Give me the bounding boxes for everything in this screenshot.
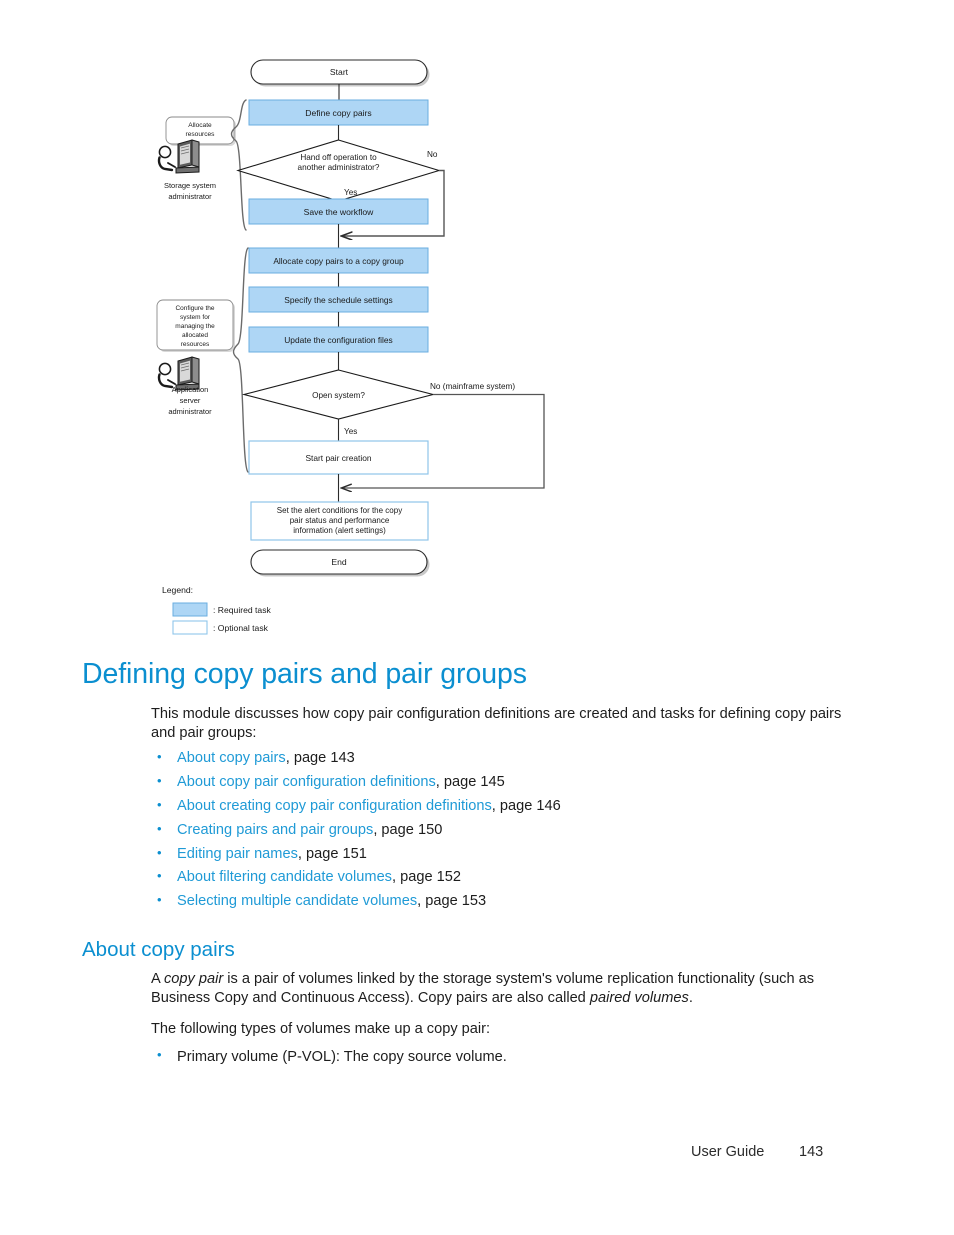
related-links-list: About copy pairs, page 143 About copy pa… [151,750,851,910]
flow-start-label: Start [330,67,349,77]
list-item: About creating copy pair configuration d… [151,797,851,814]
flow-node-update-configuration-files: Update the configuration files [248,326,429,353]
flow-node-label: Save the workflow [304,207,375,217]
link-about-copy-pair-configuration-definitions[interactable]: About copy pair configuration definition… [177,774,436,790]
legend-title: Legend: [162,585,193,595]
section-paragraph-1: A copy pair is a pair of volumes linked … [151,970,851,1009]
role-bubble-line1: Configure the [175,305,214,312]
legend-required-label: : Required task [213,605,272,615]
role-bubble-line2: resources [186,131,216,138]
flow-node-label: Define copy pairs [305,108,371,118]
link-page-ref: , page 153 [417,893,487,910]
role-bubble-line2: system for [180,314,211,321]
flow-node-label-line3: information (alert settings) [293,526,386,535]
flow-end-label: End [331,557,347,567]
legend-swatch-optional [172,620,208,635]
footer-page-number: 143 [799,1144,824,1160]
volume-types-block: Primary volume (P-VOL): The copy source … [151,1047,851,1066]
flow-node-label-line2: pair status and performance [290,516,390,525]
related-links-block: About copy pairs, page 143 About copy pa… [151,750,851,918]
section-paragraph-2-block: The following types of volumes make up a… [151,1020,851,1039]
para-text-c: . [688,990,693,1007]
para-text-b: is a pair of volumes linked by the stora… [151,971,815,1007]
role-name-line1: Application [172,385,209,394]
flow-node-label: Specify the schedule settings [284,295,392,305]
link-page-ref: , page 146 [491,797,561,814]
role-bubble-line4: allocated [182,332,208,339]
role-application-server-administrator: Configure the system for managing the al… [156,299,235,416]
legend-optional-label: : Optional task [213,623,269,633]
link-about-copy-pairs[interactable]: About copy pairs [177,750,286,766]
flow-node-save-the-workflow: Save the workflow [248,198,429,225]
section-paragraph-1-block: A copy pair is a pair of volumes linked … [151,970,851,1009]
role-bubble-line5: resources [181,341,210,348]
link-creating-pairs-and-pair-groups[interactable]: Creating pairs and pair groups [177,822,373,838]
link-page-ref: , page 151 [297,845,367,862]
flow-node-label: Allocate copy pairs to a copy group [273,256,404,266]
flow-node-end: End [250,549,430,577]
page-title: Defining copy pairs and pair groups [82,658,527,690]
link-about-creating-copy-pair-configuration-definitions[interactable]: About creating copy pair configuration d… [177,798,492,814]
flowchart-legend: Legend: : Required task : Optional task [162,585,272,635]
decision-yes-label: Yes [344,427,357,436]
list-item: Editing pair names, page 151 [151,845,851,862]
flow-decision-open-system: Open system? [241,369,436,420]
intro-paragraph-block: This module discusses how copy pair conf… [151,705,851,744]
decision-yes-label: Yes [344,188,357,197]
role-name-line2: server [180,396,201,405]
para-emphasis-copy-pair: copy pair [163,971,224,987]
section-paragraph-2: The following types of volumes make up a… [151,1021,491,1037]
role-name-line2: administrator [168,192,212,201]
decision-label-line2: another administrator? [298,163,380,172]
flow-node-define-copy-pairs: Define copy pairs [248,99,429,126]
role-name-line3: administrator [168,407,212,416]
decision-label-line1: Hand off operation to [300,153,377,162]
list-item-primary-volume: Primary volume (P-VOL): The copy source … [151,1047,851,1066]
list-item: About filtering candidate volumes, page … [151,869,851,886]
flow-node-start: Start [250,59,430,87]
group-bracket-app-server-admin [232,247,249,473]
page-footer: User Guide 143 [0,1144,954,1166]
list-item: About copy pair configuration definition… [151,773,851,790]
role-name-line1: Storage system [164,181,216,190]
group-bracket-storage-admin [230,99,247,231]
decision-no-label: No [427,150,438,159]
workflow-flowchart-figure: Start Allocate resources Storage system [0,0,954,650]
link-about-filtering-candidate-volumes[interactable]: About filtering candidate volumes [177,869,392,885]
para-text-a: A [151,971,164,987]
decision-label-line1: Open system? [312,391,365,400]
footer-guide-label: User Guide [691,1144,765,1160]
legend-swatch-required [172,602,208,617]
flow-node-label-line1: Set the alert conditions for the copy [277,506,402,515]
link-page-ref: , page 143 [285,750,355,766]
flow-node-label: Update the configuration files [284,335,392,345]
intro-paragraph: This module discusses how copy pair conf… [151,706,842,742]
para-emphasis-paired-volumes: paired volumes [589,990,689,1007]
link-page-ref: , page 152 [391,869,461,886]
flow-node-specify-schedule-settings: Specify the schedule settings [248,286,429,313]
flow-node-allocate-copy-pairs: Allocate copy pairs to a copy group [248,247,429,274]
list-item: Selecting multiple candidate volumes, pa… [151,893,851,910]
link-editing-pair-names[interactable]: Editing pair names [177,846,298,862]
flow-node-set-alert-conditions: Set the alert conditions for the copy pa… [250,501,429,541]
link-page-ref: , page 150 [373,821,443,838]
person-at-computer-icon [157,139,200,174]
role-storage-system-administrator: Allocate resources Storage system admini… [157,116,236,201]
link-selecting-multiple-candidate-volumes[interactable]: Selecting multiple candidate volumes [177,893,417,909]
section-title-about-copy-pairs: About copy pairs [82,938,235,961]
list-item: Creating pairs and pair groups, page 150 [151,821,851,838]
flow-node-label: Start pair creation [305,453,371,463]
role-bubble-line1: Allocate [188,122,212,129]
flow-decision-hand-off-operation: Hand off operation to another administra… [236,139,441,202]
link-page-ref: , page 145 [435,773,505,790]
role-bubble-line3: managing the [175,323,215,330]
list-item: About copy pairs, page 143 [151,750,851,766]
decision-no-label: No (mainframe system) [430,382,515,391]
flow-node-start-pair-creation: Start pair creation [248,440,429,475]
volume-types-list: Primary volume (P-VOL): The copy source … [151,1047,851,1066]
